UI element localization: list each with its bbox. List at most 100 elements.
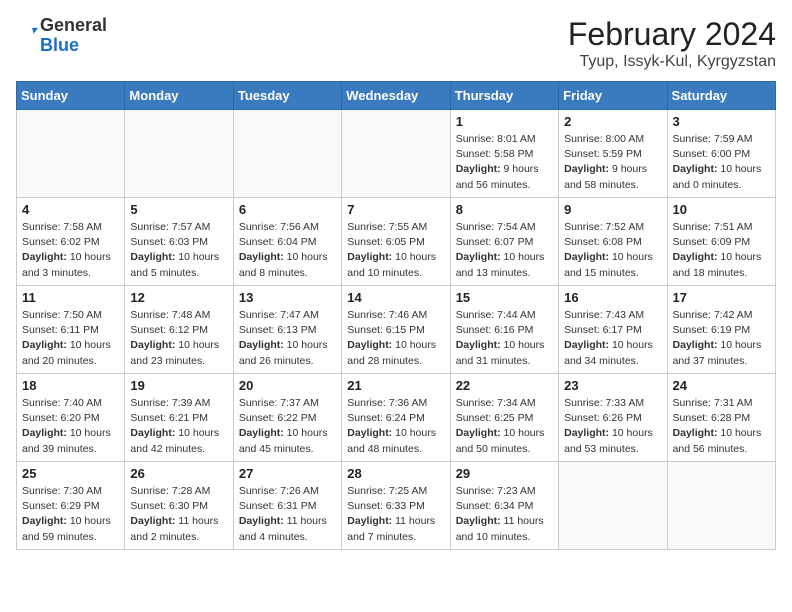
day-number: 2 bbox=[564, 114, 661, 129]
day-info: Sunrise: 7:42 AMSunset: 6:19 PMDaylight:… bbox=[673, 308, 770, 369]
day-number: 13 bbox=[239, 290, 336, 305]
day-info: Sunrise: 7:36 AMSunset: 6:24 PMDaylight:… bbox=[347, 396, 444, 457]
day-info: Sunrise: 8:00 AMSunset: 5:59 PMDaylight:… bbox=[564, 132, 661, 193]
day-number: 7 bbox=[347, 202, 444, 217]
day-cell: 5 Sunrise: 7:57 AMSunset: 6:03 PMDaylight… bbox=[125, 198, 233, 286]
day-cell: 6 Sunrise: 7:56 AMSunset: 6:04 PMDaylight… bbox=[233, 198, 341, 286]
day-cell: 28 Sunrise: 7:25 AMSunset: 6:33 PMDayligh… bbox=[342, 462, 450, 550]
col-header-saturday: Saturday bbox=[667, 82, 775, 110]
day-cell: 14 Sunrise: 7:46 AMSunset: 6:15 PMDayligh… bbox=[342, 286, 450, 374]
header: General Blue February 2024 Tyup, Issyk-K… bbox=[16, 16, 776, 71]
col-header-friday: Friday bbox=[559, 82, 667, 110]
day-cell: 21 Sunrise: 7:36 AMSunset: 6:24 PMDayligh… bbox=[342, 374, 450, 462]
day-number: 12 bbox=[130, 290, 227, 305]
day-info: Sunrise: 7:39 AMSunset: 6:21 PMDaylight:… bbox=[130, 396, 227, 457]
day-cell: 13 Sunrise: 7:47 AMSunset: 6:13 PMDayligh… bbox=[233, 286, 341, 374]
title-block: February 2024 Tyup, Issyk-Kul, Kyrgyzsta… bbox=[568, 16, 776, 71]
week-row-4: 25Sunrise: 7:30 AMSunset: 6:29 PMDayligh… bbox=[17, 462, 776, 550]
day-cell: 22 Sunrise: 7:34 AMSunset: 6:25 PMDayligh… bbox=[450, 374, 558, 462]
day-info: Sunrise: 7:59 AMSunset: 6:00 PMDaylight:… bbox=[673, 132, 770, 193]
week-row-3: 18 Sunrise: 7:40 AMSunset: 6:20 PMDayligh… bbox=[17, 374, 776, 462]
calendar-table: SundayMondayTuesdayWednesdayThursdayFrid… bbox=[16, 81, 776, 550]
day-number: 6 bbox=[239, 202, 336, 217]
day-cell: 23 Sunrise: 7:33 AMSunset: 6:26 PMDayligh… bbox=[559, 374, 667, 462]
day-cell: 8 Sunrise: 7:54 AMSunset: 6:07 PMDaylight… bbox=[450, 198, 558, 286]
day-info: Sunrise: 7:23 AMSunset: 6:34 PMDaylight:… bbox=[456, 484, 553, 545]
day-number: 17 bbox=[673, 290, 770, 305]
day-number: 22 bbox=[456, 378, 553, 393]
day-info: Sunrise: 7:34 AMSunset: 6:25 PMDaylight:… bbox=[456, 396, 553, 457]
day-number: 18 bbox=[22, 378, 119, 393]
day-cell: 1Sunrise: 8:01 AMSunset: 5:58 PMDaylight… bbox=[450, 110, 558, 198]
day-info: Sunrise: 7:44 AMSunset: 6:16 PMDaylight:… bbox=[456, 308, 553, 369]
day-info: Sunrise: 7:33 AMSunset: 6:26 PMDaylight:… bbox=[564, 396, 661, 457]
col-header-sunday: Sunday bbox=[17, 82, 125, 110]
day-info: Sunrise: 7:50 AMSunset: 6:11 PMDaylight:… bbox=[22, 308, 119, 369]
day-number: 16 bbox=[564, 290, 661, 305]
day-info: Sunrise: 7:46 AMSunset: 6:15 PMDaylight:… bbox=[347, 308, 444, 369]
day-info: Sunrise: 7:25 AMSunset: 6:33 PMDaylight:… bbox=[347, 484, 444, 545]
week-row-2: 11 Sunrise: 7:50 AMSunset: 6:11 PMDayligh… bbox=[17, 286, 776, 374]
day-info: Sunrise: 7:26 AMSunset: 6:31 PMDaylight:… bbox=[239, 484, 336, 545]
month-year: February 2024 bbox=[568, 16, 776, 53]
day-number: 21 bbox=[347, 378, 444, 393]
day-cell: 19 Sunrise: 7:39 AMSunset: 6:21 PMDayligh… bbox=[125, 374, 233, 462]
day-number: 19 bbox=[130, 378, 227, 393]
day-number: 24 bbox=[673, 378, 770, 393]
day-cell: 11 Sunrise: 7:50 AMSunset: 6:11 PMDayligh… bbox=[17, 286, 125, 374]
day-number: 28 bbox=[347, 466, 444, 481]
day-number: 26 bbox=[130, 466, 227, 481]
day-cell: 29 Sunrise: 7:23 AMSunset: 6:34 PMDayligh… bbox=[450, 462, 558, 550]
week-row-0: 1Sunrise: 8:01 AMSunset: 5:58 PMDaylight… bbox=[17, 110, 776, 198]
day-info: Sunrise: 7:30 AMSunset: 6:29 PMDaylight:… bbox=[22, 484, 119, 545]
day-number: 3 bbox=[673, 114, 770, 129]
header-row: SundayMondayTuesdayWednesdayThursdayFrid… bbox=[17, 82, 776, 110]
day-cell: 10 Sunrise: 7:51 AMSunset: 6:09 PMDayligh… bbox=[667, 198, 775, 286]
day-info: Sunrise: 7:40 AMSunset: 6:20 PMDaylight:… bbox=[22, 396, 119, 457]
day-info: Sunrise: 8:01 AMSunset: 5:58 PMDaylight:… bbox=[456, 132, 553, 193]
col-header-monday: Monday bbox=[125, 82, 233, 110]
day-number: 4 bbox=[22, 202, 119, 217]
day-cell: 12 Sunrise: 7:48 AMSunset: 6:12 PMDayligh… bbox=[125, 286, 233, 374]
day-cell: 24 Sunrise: 7:31 AMSunset: 6:28 PMDayligh… bbox=[667, 374, 775, 462]
day-info: Sunrise: 7:51 AMSunset: 6:09 PMDaylight:… bbox=[673, 220, 770, 281]
day-number: 8 bbox=[456, 202, 553, 217]
col-header-thursday: Thursday bbox=[450, 82, 558, 110]
day-info: Sunrise: 7:48 AMSunset: 6:12 PMDaylight:… bbox=[130, 308, 227, 369]
day-cell bbox=[233, 110, 341, 198]
day-number: 23 bbox=[564, 378, 661, 393]
logo-blue-text: Blue bbox=[40, 35, 79, 55]
day-cell: 18 Sunrise: 7:40 AMSunset: 6:20 PMDayligh… bbox=[17, 374, 125, 462]
day-number: 11 bbox=[22, 290, 119, 305]
day-info: Sunrise: 7:47 AMSunset: 6:13 PMDaylight:… bbox=[239, 308, 336, 369]
day-info: Sunrise: 7:56 AMSunset: 6:04 PMDaylight:… bbox=[239, 220, 336, 281]
day-info: Sunrise: 7:43 AMSunset: 6:17 PMDaylight:… bbox=[564, 308, 661, 369]
day-cell bbox=[342, 110, 450, 198]
day-info: Sunrise: 7:31 AMSunset: 6:28 PMDaylight:… bbox=[673, 396, 770, 457]
day-cell bbox=[125, 110, 233, 198]
day-info: Sunrise: 7:37 AMSunset: 6:22 PMDaylight:… bbox=[239, 396, 336, 457]
day-cell: 7Sunrise: 7:55 AMSunset: 6:05 PMDaylight… bbox=[342, 198, 450, 286]
day-number: 29 bbox=[456, 466, 553, 481]
day-number: 27 bbox=[239, 466, 336, 481]
day-cell: 9Sunrise: 7:52 AMSunset: 6:08 PMDaylight… bbox=[559, 198, 667, 286]
day-info: Sunrise: 7:54 AMSunset: 6:07 PMDaylight:… bbox=[456, 220, 553, 281]
day-cell: 4 Sunrise: 7:58 AMSunset: 6:02 PMDaylight… bbox=[17, 198, 125, 286]
day-cell: 2 Sunrise: 8:00 AMSunset: 5:59 PMDaylight… bbox=[559, 110, 667, 198]
day-number: 20 bbox=[239, 378, 336, 393]
day-cell bbox=[559, 462, 667, 550]
day-cell: 25Sunrise: 7:30 AMSunset: 6:29 PMDayligh… bbox=[17, 462, 125, 550]
week-row-1: 4 Sunrise: 7:58 AMSunset: 6:02 PMDaylight… bbox=[17, 198, 776, 286]
day-number: 10 bbox=[673, 202, 770, 217]
day-number: 5 bbox=[130, 202, 227, 217]
day-cell bbox=[667, 462, 775, 550]
day-cell bbox=[17, 110, 125, 198]
day-number: 14 bbox=[347, 290, 444, 305]
day-cell: 27 Sunrise: 7:26 AMSunset: 6:31 PMDayligh… bbox=[233, 462, 341, 550]
day-cell: 16 Sunrise: 7:43 AMSunset: 6:17 PMDayligh… bbox=[559, 286, 667, 374]
day-cell: 15Sunrise: 7:44 AMSunset: 6:16 PMDayligh… bbox=[450, 286, 558, 374]
day-info: Sunrise: 7:57 AMSunset: 6:03 PMDaylight:… bbox=[130, 220, 227, 281]
day-info: Sunrise: 7:58 AMSunset: 6:02 PMDaylight:… bbox=[22, 220, 119, 281]
day-cell: 26Sunrise: 7:28 AMSunset: 6:30 PMDayligh… bbox=[125, 462, 233, 550]
location: Tyup, Issyk-Kul, Kyrgyzstan bbox=[568, 53, 776, 71]
